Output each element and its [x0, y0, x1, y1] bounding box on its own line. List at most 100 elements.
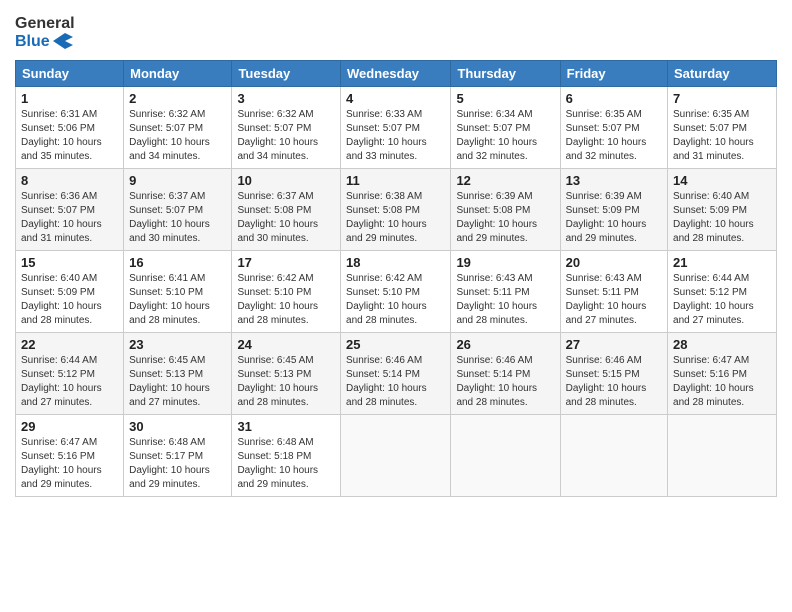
- calendar-day-cell: 31 Sunrise: 6:48 AMSunset: 5:18 PMDayligh…: [232, 415, 341, 497]
- day-number: 27: [566, 337, 662, 352]
- day-info: Sunrise: 6:45 AMSunset: 5:13 PMDaylight:…: [129, 355, 210, 408]
- day-info: Sunrise: 6:45 AMSunset: 5:13 PMDaylight:…: [237, 355, 318, 408]
- day-info: Sunrise: 6:32 AMSunset: 5:07 PMDaylight:…: [237, 109, 318, 162]
- calendar-day-cell: 4 Sunrise: 6:33 AMSunset: 5:07 PMDaylight…: [341, 87, 451, 169]
- calendar-week-row: 15 Sunrise: 6:40 AMSunset: 5:09 PMDayligh…: [16, 251, 777, 333]
- day-info: Sunrise: 6:33 AMSunset: 5:07 PMDaylight:…: [346, 109, 427, 162]
- calendar-day-cell: 19Sunrise: 6:43 AMSunset: 5:11 PMDayligh…: [451, 251, 560, 333]
- calendar-day-cell: 9 Sunrise: 6:37 AMSunset: 5:07 PMDaylight…: [124, 169, 232, 251]
- calendar-day-cell: 24 Sunrise: 6:45 AMSunset: 5:13 PMDayligh…: [232, 333, 341, 415]
- day-number: 18: [346, 255, 445, 270]
- calendar-day-cell: 8Sunrise: 6:36 AMSunset: 5:07 PMDaylight…: [16, 169, 124, 251]
- day-number: 16: [129, 255, 226, 270]
- day-number: 12: [456, 173, 554, 188]
- day-info: Sunrise: 6:44 AMSunset: 5:12 PMDaylight:…: [21, 355, 102, 408]
- day-info: Sunrise: 6:39 AMSunset: 5:09 PMDaylight:…: [566, 191, 647, 244]
- calendar-day-cell: [668, 415, 777, 497]
- day-number: 10: [237, 173, 335, 188]
- day-info: Sunrise: 6:44 AMSunset: 5:12 PMDaylight:…: [673, 273, 754, 326]
- day-info: Sunrise: 6:43 AMSunset: 5:11 PMDaylight:…: [456, 273, 537, 326]
- calendar-day-cell: [560, 415, 667, 497]
- day-info: Sunrise: 6:47 AMSunset: 5:16 PMDaylight:…: [21, 437, 102, 490]
- calendar-day-cell: 29 Sunrise: 6:47 AMSunset: 5:16 PMDayligh…: [16, 415, 124, 497]
- day-number: 24: [237, 337, 335, 352]
- day-info: Sunrise: 6:47 AMSunset: 5:16 PMDaylight:…: [673, 355, 754, 408]
- calendar-day-cell: 2 Sunrise: 6:32 AMSunset: 5:07 PMDaylight…: [124, 87, 232, 169]
- calendar-week-row: 22 Sunrise: 6:44 AMSunset: 5:12 PMDayligh…: [16, 333, 777, 415]
- calendar-day-header: Friday: [560, 61, 667, 87]
- calendar-day-cell: 21 Sunrise: 6:44 AMSunset: 5:12 PMDayligh…: [668, 251, 777, 333]
- day-number: 5: [456, 91, 554, 106]
- logo-blue: Blue: [15, 33, 75, 51]
- day-number: 20: [566, 255, 662, 270]
- calendar-day-header: Tuesday: [232, 61, 341, 87]
- calendar-day-cell: 22 Sunrise: 6:44 AMSunset: 5:12 PMDayligh…: [16, 333, 124, 415]
- calendar-day-cell: 12 Sunrise: 6:39 AMSunset: 5:08 PMDayligh…: [451, 169, 560, 251]
- day-number: 1: [21, 91, 118, 106]
- day-info: Sunrise: 6:34 AMSunset: 5:07 PMDaylight:…: [456, 109, 537, 162]
- day-number: 15: [21, 255, 118, 270]
- day-number: 31: [237, 419, 335, 434]
- day-number: 23: [129, 337, 226, 352]
- day-info: Sunrise: 6:37 AMSunset: 5:07 PMDaylight:…: [129, 191, 210, 244]
- day-info: Sunrise: 6:37 AMSunset: 5:08 PMDaylight:…: [237, 191, 318, 244]
- calendar-day-cell: 20Sunrise: 6:43 AMSunset: 5:11 PMDayligh…: [560, 251, 667, 333]
- calendar-day-cell: 18 Sunrise: 6:42 AMSunset: 5:10 PMDayligh…: [341, 251, 451, 333]
- calendar-week-row: 8Sunrise: 6:36 AMSunset: 5:07 PMDaylight…: [16, 169, 777, 251]
- day-number: 6: [566, 91, 662, 106]
- day-number: 25: [346, 337, 445, 352]
- day-info: Sunrise: 6:32 AMSunset: 5:07 PMDaylight:…: [129, 109, 210, 162]
- calendar-day-cell: 6 Sunrise: 6:35 AMSunset: 5:07 PMDaylight…: [560, 87, 667, 169]
- day-number: 7: [673, 91, 771, 106]
- day-info: Sunrise: 6:35 AMSunset: 5:07 PMDaylight:…: [673, 109, 754, 162]
- calendar-day-cell: 26Sunrise: 6:46 AMSunset: 5:14 PMDayligh…: [451, 333, 560, 415]
- day-number: 11: [346, 173, 445, 188]
- calendar-day-cell: 16 Sunrise: 6:41 AMSunset: 5:10 PMDayligh…: [124, 251, 232, 333]
- calendar-table: SundayMondayTuesdayWednesdayThursdayFrid…: [15, 60, 777, 497]
- calendar-day-cell: 17Sunrise: 6:42 AMSunset: 5:10 PMDayligh…: [232, 251, 341, 333]
- logo-general: General: [15, 15, 75, 33]
- calendar-day-header: Thursday: [451, 61, 560, 87]
- calendar-day-cell: 1 Sunrise: 6:31 AMSunset: 5:06 PMDaylight…: [16, 87, 124, 169]
- day-info: Sunrise: 6:46 AMSunset: 5:15 PMDaylight:…: [566, 355, 647, 408]
- calendar-day-cell: 5 Sunrise: 6:34 AMSunset: 5:07 PMDaylight…: [451, 87, 560, 169]
- calendar-day-cell: 13 Sunrise: 6:39 AMSunset: 5:09 PMDayligh…: [560, 169, 667, 251]
- day-number: 21: [673, 255, 771, 270]
- day-info: Sunrise: 6:31 AMSunset: 5:06 PMDaylight:…: [21, 109, 102, 162]
- day-number: 14: [673, 173, 771, 188]
- day-number: 30: [129, 419, 226, 434]
- calendar-day-cell: 3Sunrise: 6:32 AMSunset: 5:07 PMDaylight…: [232, 87, 341, 169]
- day-info: Sunrise: 6:48 AMSunset: 5:17 PMDaylight:…: [129, 437, 210, 490]
- calendar-day-cell: 7 Sunrise: 6:35 AMSunset: 5:07 PMDaylight…: [668, 87, 777, 169]
- day-info: Sunrise: 6:35 AMSunset: 5:07 PMDaylight:…: [566, 109, 647, 162]
- day-number: 4: [346, 91, 445, 106]
- calendar-day-header: Monday: [124, 61, 232, 87]
- day-info: Sunrise: 6:40 AMSunset: 5:09 PMDaylight:…: [673, 191, 754, 244]
- calendar-day-cell: 28Sunrise: 6:47 AMSunset: 5:16 PMDayligh…: [668, 333, 777, 415]
- day-info: Sunrise: 6:41 AMSunset: 5:10 PMDaylight:…: [129, 273, 210, 326]
- logo-text: General Blue: [15, 15, 75, 50]
- calendar-day-header: Sunday: [16, 61, 124, 87]
- calendar-day-header: Wednesday: [341, 61, 451, 87]
- day-number: 29: [21, 419, 118, 434]
- day-number: 13: [566, 173, 662, 188]
- calendar-day-cell: 11Sunrise: 6:38 AMSunset: 5:08 PMDayligh…: [341, 169, 451, 251]
- calendar-week-row: 1 Sunrise: 6:31 AMSunset: 5:06 PMDaylight…: [16, 87, 777, 169]
- day-number: 17: [237, 255, 335, 270]
- day-number: 8: [21, 173, 118, 188]
- logo: General Blue: [15, 15, 75, 50]
- calendar-day-cell: 10 Sunrise: 6:37 AMSunset: 5:08 PMDayligh…: [232, 169, 341, 251]
- day-number: 9: [129, 173, 226, 188]
- day-info: Sunrise: 6:40 AMSunset: 5:09 PMDaylight:…: [21, 273, 102, 326]
- calendar-day-cell: 27 Sunrise: 6:46 AMSunset: 5:15 PMDayligh…: [560, 333, 667, 415]
- day-info: Sunrise: 6:42 AMSunset: 5:10 PMDaylight:…: [346, 273, 427, 326]
- day-info: Sunrise: 6:48 AMSunset: 5:18 PMDaylight:…: [237, 437, 318, 490]
- logo-bird-icon: [53, 33, 73, 49]
- day-number: 22: [21, 337, 118, 352]
- day-info: Sunrise: 6:46 AMSunset: 5:14 PMDaylight:…: [346, 355, 427, 408]
- day-info: Sunrise: 6:39 AMSunset: 5:08 PMDaylight:…: [456, 191, 537, 244]
- calendar-header-row: SundayMondayTuesdayWednesdayThursdayFrid…: [16, 61, 777, 87]
- calendar-day-cell: 25 Sunrise: 6:46 AMSunset: 5:14 PMDayligh…: [341, 333, 451, 415]
- calendar-week-row: 29 Sunrise: 6:47 AMSunset: 5:16 PMDayligh…: [16, 415, 777, 497]
- day-number: 2: [129, 91, 226, 106]
